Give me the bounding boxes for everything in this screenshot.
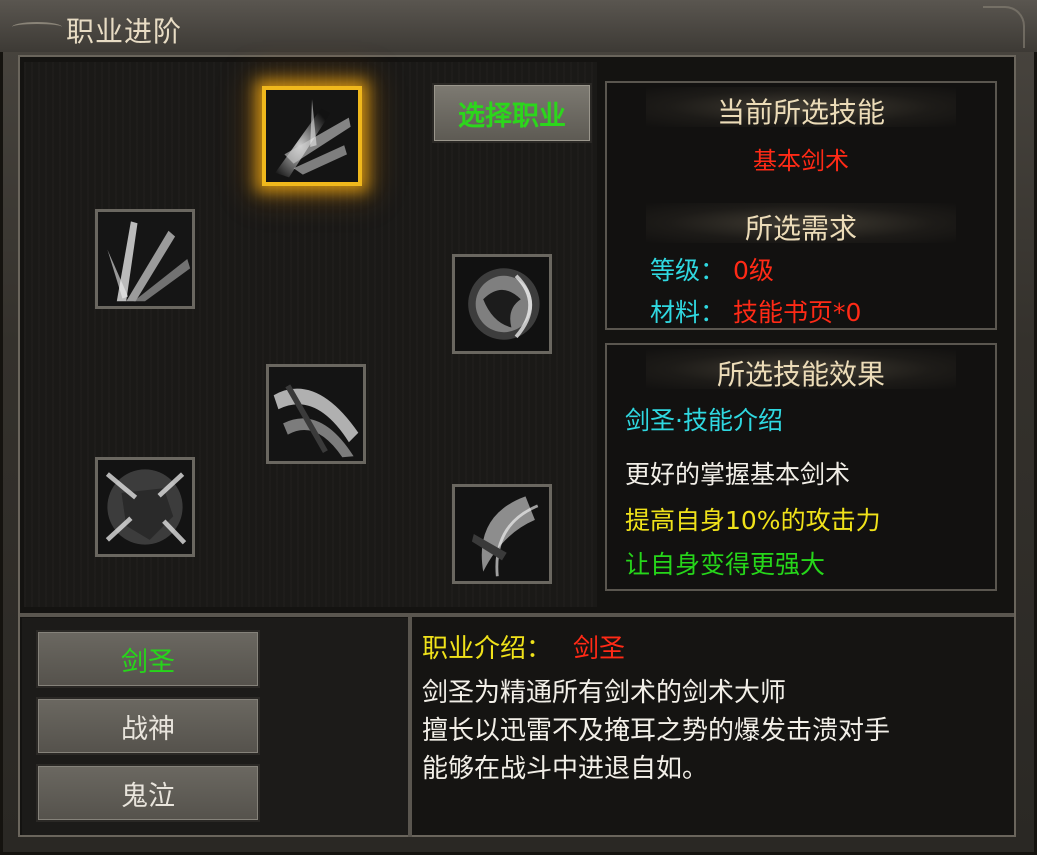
requirements-header: 所选需求 (744, 212, 857, 245)
class-button-war-god[interactable]: 战神 (36, 697, 260, 755)
class-intro-name: 剑圣 (573, 634, 626, 664)
class-intro-line-2: 擅长以迅雷不及掩耳之势的爆发击溃对手 (422, 716, 891, 746)
class-intro-line-1: 剑圣为精通所有剑术的剑术大师 (422, 678, 787, 708)
skill-tile-blade-fan[interactable] (95, 209, 195, 309)
level-label: 等级： (650, 256, 726, 285)
class-intro-label: 职业介绍： (422, 634, 553, 664)
level-value: 0级 (733, 256, 774, 285)
class-button-sword-saint[interactable]: 剑圣 (36, 630, 260, 688)
crescent-wind-icon (455, 487, 549, 581)
fist-smash-icon (98, 460, 192, 554)
skill-tile-slash-burst[interactable] (262, 86, 362, 186)
sweep-slash-icon (269, 367, 363, 461)
skill-tile-crescent-wind[interactable] (452, 484, 552, 584)
skill-tile-orb-strike[interactable] (452, 254, 552, 354)
vertical-divider (408, 617, 412, 837)
material-label: 材料： (650, 298, 726, 327)
title-ornament-right (983, 6, 1025, 48)
class-button-ghost-cry[interactable]: 鬼泣 (36, 764, 260, 822)
window-title: 职业进阶 (66, 15, 183, 48)
effect-line-1: 更好的掌握基本剑术 (625, 460, 851, 489)
current-skill-name: 基本剑术 (753, 147, 849, 175)
skill-tile-sweep-slash[interactable] (266, 364, 366, 464)
effect-header: 所选技能效果 (716, 358, 885, 391)
skill-effect-panel: 所选技能效果 剑圣·技能介绍 更好的掌握基本剑术 提高自身10%的攻击力 让自身… (605, 343, 997, 591)
effect-intro-title: 剑圣·技能介绍 (625, 406, 783, 435)
class-intro-line-3: 能够在战斗中进退自如。 (422, 754, 709, 784)
slash-burst-icon (266, 90, 358, 182)
horizontal-divider (20, 613, 1014, 617)
current-skill-header: 当前所选技能 (716, 96, 885, 129)
material-value: 技能书页*0 (733, 298, 862, 327)
effect-line-2: 提高自身10%的攻击力 (625, 506, 881, 535)
title-ornament-left (12, 22, 62, 32)
orb-strike-icon (455, 257, 549, 351)
title-bar: 职业进阶 (0, 0, 1037, 52)
skill-tile-fist-smash[interactable] (95, 457, 195, 557)
effect-line-3: 让自身变得更强大 (625, 550, 826, 579)
select-class-button[interactable]: 选择职业 (432, 83, 592, 143)
current-skill-panel: 当前所选技能 基本剑术 所选需求 等级： 0级 材料： 技能书页*0 (605, 81, 997, 330)
blade-fan-icon (98, 212, 192, 306)
